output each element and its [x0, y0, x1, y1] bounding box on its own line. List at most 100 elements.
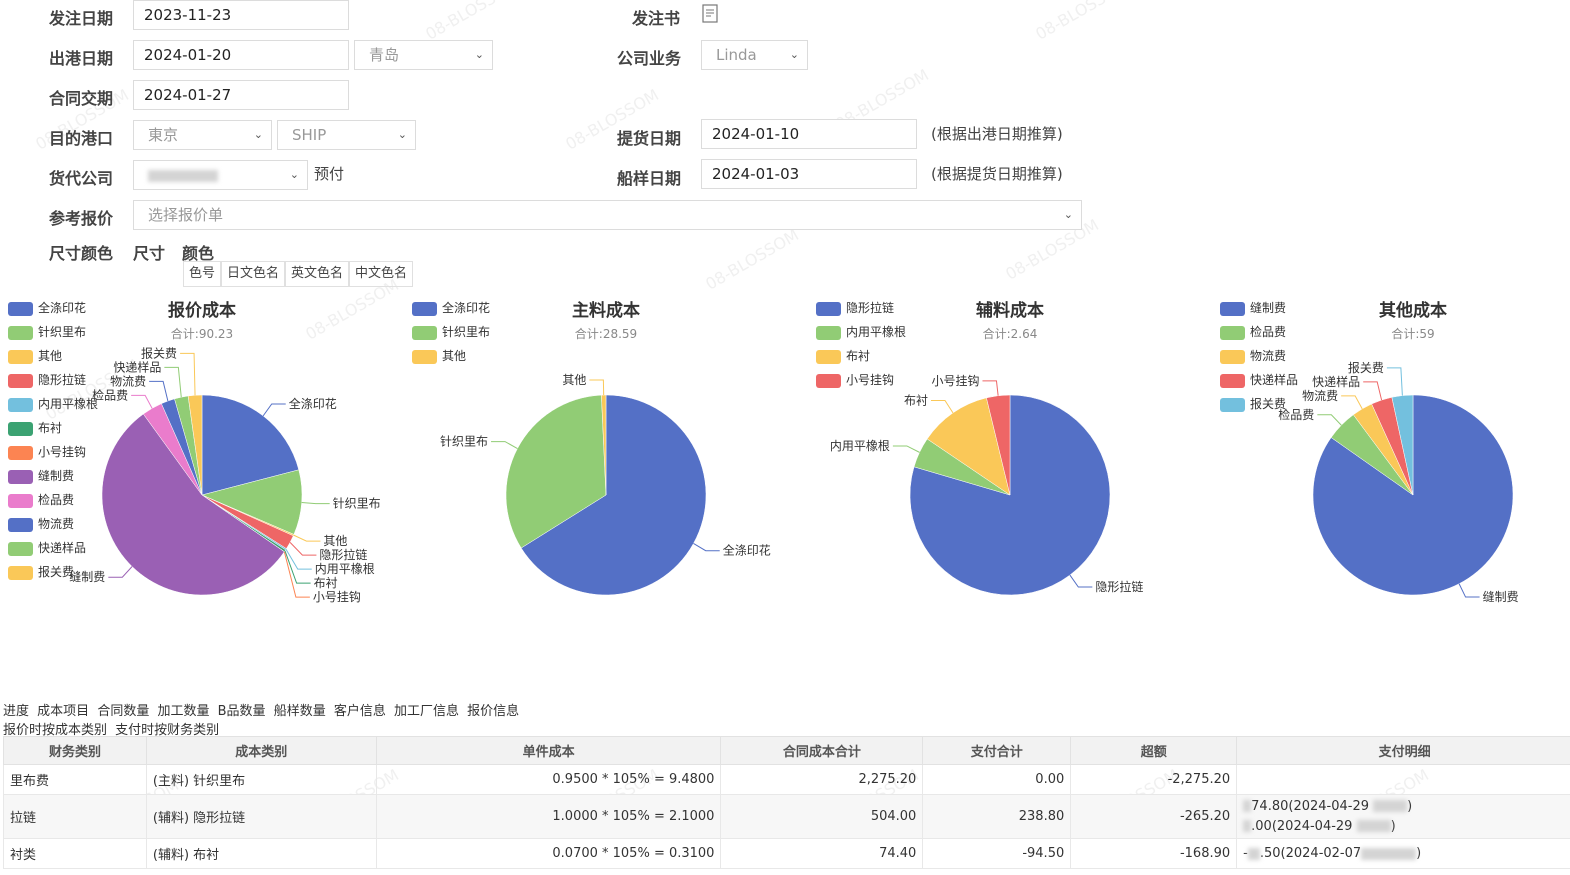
slice-label: 全涤印花	[723, 543, 771, 558]
col-payment-detail[interactable]: 支付明细	[1236, 736, 1570, 765]
legend-item[interactable]: 针织里布	[412, 323, 491, 340]
link-cost-items[interactable]: 成本项目	[37, 704, 89, 719]
link-customer-info[interactable]: 客户信息	[334, 704, 386, 719]
cell-payment-detail: 74.80(2024-04-29 ) .00(2024-04-29 )	[1236, 794, 1570, 839]
cell-contract-total: 74.40	[720, 838, 924, 869]
chevron-down-icon: ⌄	[1063, 208, 1073, 221]
payment-line: .00(2024-04-29 )	[1243, 817, 1566, 837]
legend-item[interactable]: 缝制费	[1220, 299, 1287, 316]
col-cost-category[interactable]: 成本类别	[145, 736, 377, 765]
section-links-row1: 进度 成本项目 合同数量 加工数量 B品数量 船样数量 客户信息 加工厂信息 报…	[3, 700, 523, 719]
link-b-grade-qty[interactable]: B品数量	[218, 704, 266, 719]
order-date-input[interactable]: 2023-11-23	[133, 0, 349, 30]
col-overage[interactable]: 超额	[1070, 736, 1238, 765]
label-leader-line	[164, 366, 182, 398]
cell-paid-total: 238.80	[922, 794, 1072, 839]
color-col-english: 英文色名	[285, 261, 350, 287]
pie-chart: 缝制费 检品费 物流费快递样品报关费	[1278, 360, 1519, 604]
slice-label: 内用平橡根	[315, 562, 375, 576]
cell-finance-category: 拉链	[3, 794, 147, 839]
legend-item[interactable]: 检品费	[1220, 323, 1287, 340]
label-leader-line	[301, 502, 330, 505]
contract-date-input[interactable]: 2024-01-27	[133, 80, 349, 110]
legend-item[interactable]: 针织里布	[8, 323, 86, 340]
link-sample-qty[interactable]: 船样数量	[274, 704, 326, 719]
label-leader-line	[589, 379, 605, 396]
label-leader-line	[892, 445, 920, 453]
table-row[interactable]: 拉链 (辅料) 隐形拉链 1.0000 * 105% = 2.1000 504.…	[3, 794, 1570, 839]
legend-label: 检品费	[1250, 325, 1287, 339]
slice-label: 缝制费	[69, 569, 105, 584]
forwarder-select[interactable]: ⌄	[133, 160, 308, 190]
chart-title: 主料成本	[572, 301, 640, 321]
label-leader-line	[289, 541, 317, 556]
company-business-value: Linda	[716, 46, 757, 64]
legend-item[interactable]: 全涤印花	[8, 299, 86, 316]
cell-cost-category: (辅料) 布衬	[145, 838, 377, 869]
legend-label: 缝制费	[1250, 301, 1287, 315]
cell-cost-category: (主料) 针织里布	[145, 764, 377, 795]
link-contract-qty[interactable]: 合同数量	[97, 704, 149, 719]
legend-swatch	[816, 301, 841, 316]
link-process-qty[interactable]: 加工数量	[157, 704, 209, 719]
legend-item[interactable]: 内用平橡根	[816, 323, 906, 340]
pickup-date-input[interactable]: 2024-01-10	[701, 119, 917, 149]
dest-port-select[interactable]: 東京 ⌄	[133, 120, 272, 150]
slice-label: 内用平橡根	[830, 439, 890, 453]
label-leader-line	[1317, 414, 1342, 426]
chart-title: 辅料成本	[976, 301, 1044, 321]
legend-label: 针织里布	[442, 325, 491, 339]
ship-date-input[interactable]: 2024-01-20	[133, 40, 349, 70]
document-icon[interactable]	[702, 4, 718, 23]
col-contract-total[interactable]: 合同成本合计	[720, 736, 924, 765]
col-unit-cost[interactable]: 单件成本	[375, 736, 722, 765]
legend-item[interactable]: 隐形拉链	[816, 299, 894, 316]
pie-chart: 隐形拉链 内用平橡根 布衬小号挂钩	[830, 374, 1143, 596]
cell-paid-total: 0.00	[922, 764, 1072, 795]
link-progress[interactable]: 进度	[3, 704, 29, 719]
table-row[interactable]: 衬类 (辅料) 布衬 0.0700 * 105% = 0.3100 74.40 …	[3, 838, 1570, 869]
size-label: 尺寸	[133, 244, 166, 263]
sample-date-note: (根据提货日期推算)	[931, 165, 1063, 183]
company-business-select[interactable]: Linda ⌄	[701, 40, 808, 70]
cell-contract-total: 2,275.20	[720, 764, 924, 795]
ref-quote-select[interactable]: 选择报价单 ⌄	[133, 200, 1082, 230]
label-leader-line	[108, 566, 133, 578]
legend-swatch	[1220, 301, 1245, 316]
cell-overage: -265.20	[1070, 794, 1238, 839]
legend-item[interactable]: 全涤印花	[412, 299, 490, 316]
ship-port-value: 青岛	[369, 46, 400, 64]
slice-label: 缝制费	[1483, 589, 1519, 604]
sample-date-input[interactable]: 2024-01-03	[701, 159, 917, 189]
ref-quote-placeholder: 选择报价单	[148, 206, 224, 224]
col-paid-total[interactable]: 支付合计	[922, 736, 1072, 765]
cell-finance-category: 衬类	[3, 838, 147, 869]
cell-payment-detail	[1236, 764, 1570, 795]
slice-label: 快递样品	[113, 359, 161, 374]
cell-unit-cost: 1.0000 * 105% = 2.1000	[375, 794, 722, 839]
cell-payment-detail: - .50(2024-02-07)	[1236, 838, 1570, 869]
table-header-row: 财务类别 成本类别 单件成本 合同成本合计 支付合计 超额 支付明细	[3, 736, 1570, 765]
transport-value: SHIP	[292, 126, 327, 144]
label-leader-line	[1069, 574, 1093, 588]
watermark-text: 08-BLOSSOM	[422, 0, 522, 44]
transport-select[interactable]: SHIP ⌄	[277, 120, 416, 150]
cell-unit-cost: 0.9500 * 105% = 9.4800	[375, 764, 722, 795]
cell-paid-total: -94.50	[922, 838, 1072, 869]
order-date-label: 发注日期	[49, 9, 114, 28]
pickup-date-label: 提货日期	[617, 129, 682, 148]
link-factory-info[interactable]: 加工厂信息	[394, 704, 459, 719]
slice-label: 布衬	[904, 394, 928, 408]
color-col-japanese: 日文色名	[221, 261, 286, 287]
col-finance-category[interactable]: 财务类别	[3, 736, 147, 765]
table-row[interactable]: 里布费 (主料) 针织里布 0.9500 * 105% = 9.4800 2,2…	[3, 764, 1570, 795]
color-columns-header: 色号 日文色名 英文色名 中文色名	[183, 261, 414, 287]
label-leader-line	[293, 534, 321, 542]
link-quote-info[interactable]: 报价信息	[467, 704, 519, 719]
ship-port-select[interactable]: 青岛 ⌄	[354, 40, 493, 70]
prepay-label: 预付	[314, 165, 345, 183]
watermark-text: 08-BLOSSOM	[702, 225, 802, 294]
cell-unit-cost: 0.0700 * 105% = 0.3100	[375, 838, 722, 869]
label-leader-line	[491, 441, 518, 449]
slice-label: 布衬	[314, 576, 338, 590]
